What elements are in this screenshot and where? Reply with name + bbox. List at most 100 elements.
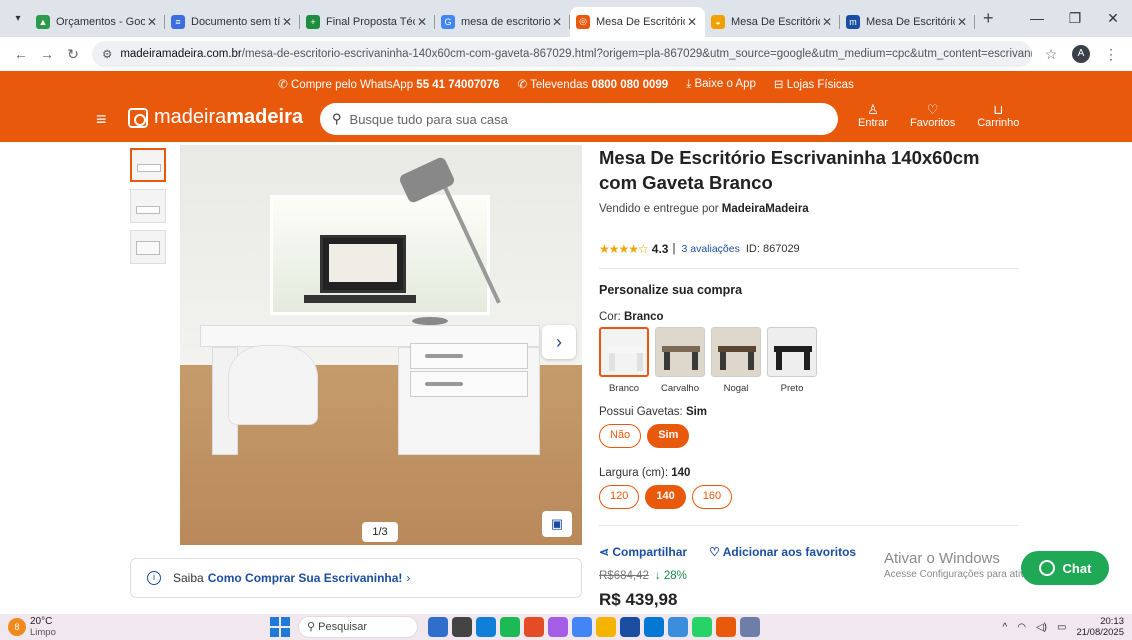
close-window-icon[interactable]: ✕ — [1094, 0, 1132, 37]
download-app-link[interactable]: ⤓ Baixe o App — [686, 78, 756, 91]
browser-tab[interactable]: Gmesa de escritorio e✕ — [435, 7, 570, 37]
start-icon[interactable] — [270, 617, 290, 637]
menu-icon[interactable]: ≡ — [96, 109, 107, 130]
back-icon[interactable]: ← — [8, 46, 34, 62]
close-tab-icon[interactable]: ✕ — [955, 15, 969, 29]
product-main-image[interactable] — [180, 145, 582, 545]
cart-icon: ⊔ — [993, 102, 1004, 117]
next-image-button[interactable]: › — [542, 325, 576, 359]
favorites-button[interactable]: ♡ Favoritos — [910, 103, 955, 130]
how-to-buy-banner[interactable]: i Saiba Como Comprar Sua Escrivaninha! › — [130, 558, 582, 598]
close-tab-icon[interactable]: ✕ — [415, 15, 429, 29]
new-tab-button[interactable]: + — [975, 8, 1002, 29]
address-bar-row: ← → ↻ ⚙ madeiramadeira.com.br/mesa-de-es… — [0, 37, 1132, 71]
browser-tab[interactable]: ≡ Documento sem título✕ — [165, 7, 300, 37]
browser-tab-bar: ▾ ▲Orçamentos - Google✕≡Documento sem tí… — [0, 0, 1132, 37]
browser-menu-icon[interactable]: ⋮ — [1098, 46, 1124, 63]
close-tab-icon[interactable]: ✕ — [820, 15, 834, 29]
weather-widget[interactable]: 8 20°C Limpo — [8, 616, 56, 638]
cart-button[interactable]: ⊔ Carrinho — [977, 102, 1019, 130]
thumbnail-3[interactable] — [130, 230, 166, 264]
width-option-chip[interactable]: 120 — [599, 485, 640, 509]
profile-avatar[interactable]: A — [1072, 45, 1090, 63]
taskbar-app-icon[interactable] — [740, 617, 760, 637]
site-logo[interactable]: madeira madeira — [128, 106, 303, 129]
gallery-view-button[interactable]: ▣ — [542, 511, 572, 537]
taskbar-app-icon[interactable] — [572, 617, 592, 637]
whatsapp-link[interactable]: ✆ Compre pelo WhatsApp 55 41 74007076 — [278, 77, 499, 91]
swatch-label: Carvalho — [660, 383, 700, 394]
tab-list: ▲Orçamentos - Google✕≡Documento sem títu… — [30, 1, 975, 37]
taskbar-app-icon[interactable] — [428, 617, 448, 637]
close-tab-icon[interactable]: ✕ — [145, 15, 159, 29]
whatsapp-chat-button[interactable]: Chat — [1021, 551, 1109, 585]
site-header: ≡ madeira madeira ⚲ Busque tudo para sua … — [0, 97, 1132, 142]
swatch-label: Preto — [780, 383, 804, 394]
taskbar-app-icon[interactable] — [716, 617, 736, 637]
width-option-chip[interactable]: 140 — [645, 485, 686, 509]
taskbar-app-icon[interactable] — [524, 617, 544, 637]
url-field[interactable]: ⚙ madeiramadeira.com.br/mesa-de-escritor… — [92, 41, 1032, 67]
login-button[interactable]: ♙ Entrar — [858, 103, 888, 130]
width-option-chip[interactable]: 160 — [691, 485, 733, 509]
chevron-up-icon[interactable]: ^ — [1003, 622, 1008, 633]
tab-title: Mesa De Escritório E — [866, 15, 955, 28]
reload-icon[interactable]: ↻ — [60, 46, 86, 63]
chevron-right-icon: › — [406, 571, 411, 585]
browser-tab[interactable]: ▲ Orçamentos - Google✕ — [30, 7, 165, 37]
battery-icon[interactable]: ▭ — [1057, 622, 1066, 633]
drawers-options: Não Sim — [599, 424, 690, 448]
close-tab-icon[interactable]: ✕ — [685, 15, 699, 29]
forward-icon[interactable]: → — [34, 46, 60, 62]
reviews-link[interactable]: 3 avaliações — [681, 243, 739, 255]
swatch-label: Branco — [608, 383, 640, 394]
close-tab-icon[interactable]: ✕ — [280, 15, 294, 29]
taskbar-app-icon[interactable] — [668, 617, 688, 637]
search-input[interactable]: ⚲ Busque tudo para sua casa — [320, 103, 838, 135]
taskbar-app-icon[interactable] — [452, 617, 472, 637]
thumbnail-1[interactable] — [130, 148, 166, 182]
volume-icon[interactable]: ◁) — [1036, 622, 1047, 633]
swatch-image — [767, 327, 817, 377]
restore-icon[interactable]: ❐ — [1056, 0, 1094, 37]
close-tab-icon[interactable]: ✕ — [550, 15, 564, 29]
taskbar-app-icon[interactable] — [644, 617, 664, 637]
taskbar-app-icon[interactable] — [692, 617, 712, 637]
color-swatch[interactable]: Carvalho — [655, 327, 705, 394]
swatch-image — [655, 327, 705, 377]
taskbar-app-icon[interactable] — [548, 617, 568, 637]
tab-search-dropdown-icon[interactable]: ▾ — [6, 7, 30, 31]
info-icon: i — [147, 571, 161, 585]
wifi-icon[interactable]: ◠ — [1017, 622, 1026, 633]
drawers-option-chip[interactable]: Sim — [647, 424, 690, 448]
bookmark-star-icon[interactable]: ☆ — [1038, 46, 1064, 63]
televendas-link[interactable]: ✆ Televendas 0800 080 0099 — [517, 77, 668, 91]
rating-row: ★★★★☆ 4.3 | 3 avaliações ID: 867029 — [599, 242, 800, 256]
add-favorite-button[interactable]: ♡ Adicionar aos favoritos — [709, 545, 856, 559]
image-counter: 1/3 — [362, 522, 398, 542]
color-swatch[interactable]: Branco — [599, 327, 649, 394]
share-button[interactable]: ⋖ Compartilhar — [599, 545, 687, 559]
color-swatch[interactable]: Preto — [767, 327, 817, 394]
browser-tab[interactable]: ◎ Mesa De Escritório E✕ — [570, 6, 705, 37]
clock[interactable]: 20:13 21/08/2025 — [1076, 616, 1124, 638]
divider — [599, 268, 1019, 269]
browser-tab[interactable]: + Final Proposta Técnica✕ — [300, 7, 435, 37]
whatsapp-icon: ✆ — [278, 79, 291, 91]
taskbar-app-icon[interactable] — [620, 617, 640, 637]
browser-tab[interactable]: m Mesa De Escritório E✕ — [840, 7, 975, 37]
weather-sun-icon: 8 — [8, 618, 26, 636]
taskbar-app-icon[interactable] — [476, 617, 496, 637]
taskbar-search[interactable]: ⚲ Pesquisar — [298, 616, 418, 638]
thumbnail-2[interactable] — [130, 189, 166, 223]
color-swatch[interactable]: Nogal — [711, 327, 761, 394]
browser-tab[interactable]: ◒ Mesa De Escritório E✕ — [705, 7, 840, 37]
image-icon: ▣ — [550, 516, 564, 531]
minimize-icon[interactable]: — — [1018, 0, 1056, 37]
taskbar-app-icon[interactable] — [500, 617, 520, 637]
stores-link[interactable]: ⊟ Lojas Físicas — [774, 77, 854, 91]
how-to-buy-link[interactable]: Como Comprar Sua Escrivaninha! — [208, 571, 403, 585]
site-info-icon[interactable]: ⚙ — [102, 47, 112, 61]
taskbar-app-icon[interactable] — [596, 617, 616, 637]
drawers-option-chip[interactable]: Não — [599, 424, 642, 448]
